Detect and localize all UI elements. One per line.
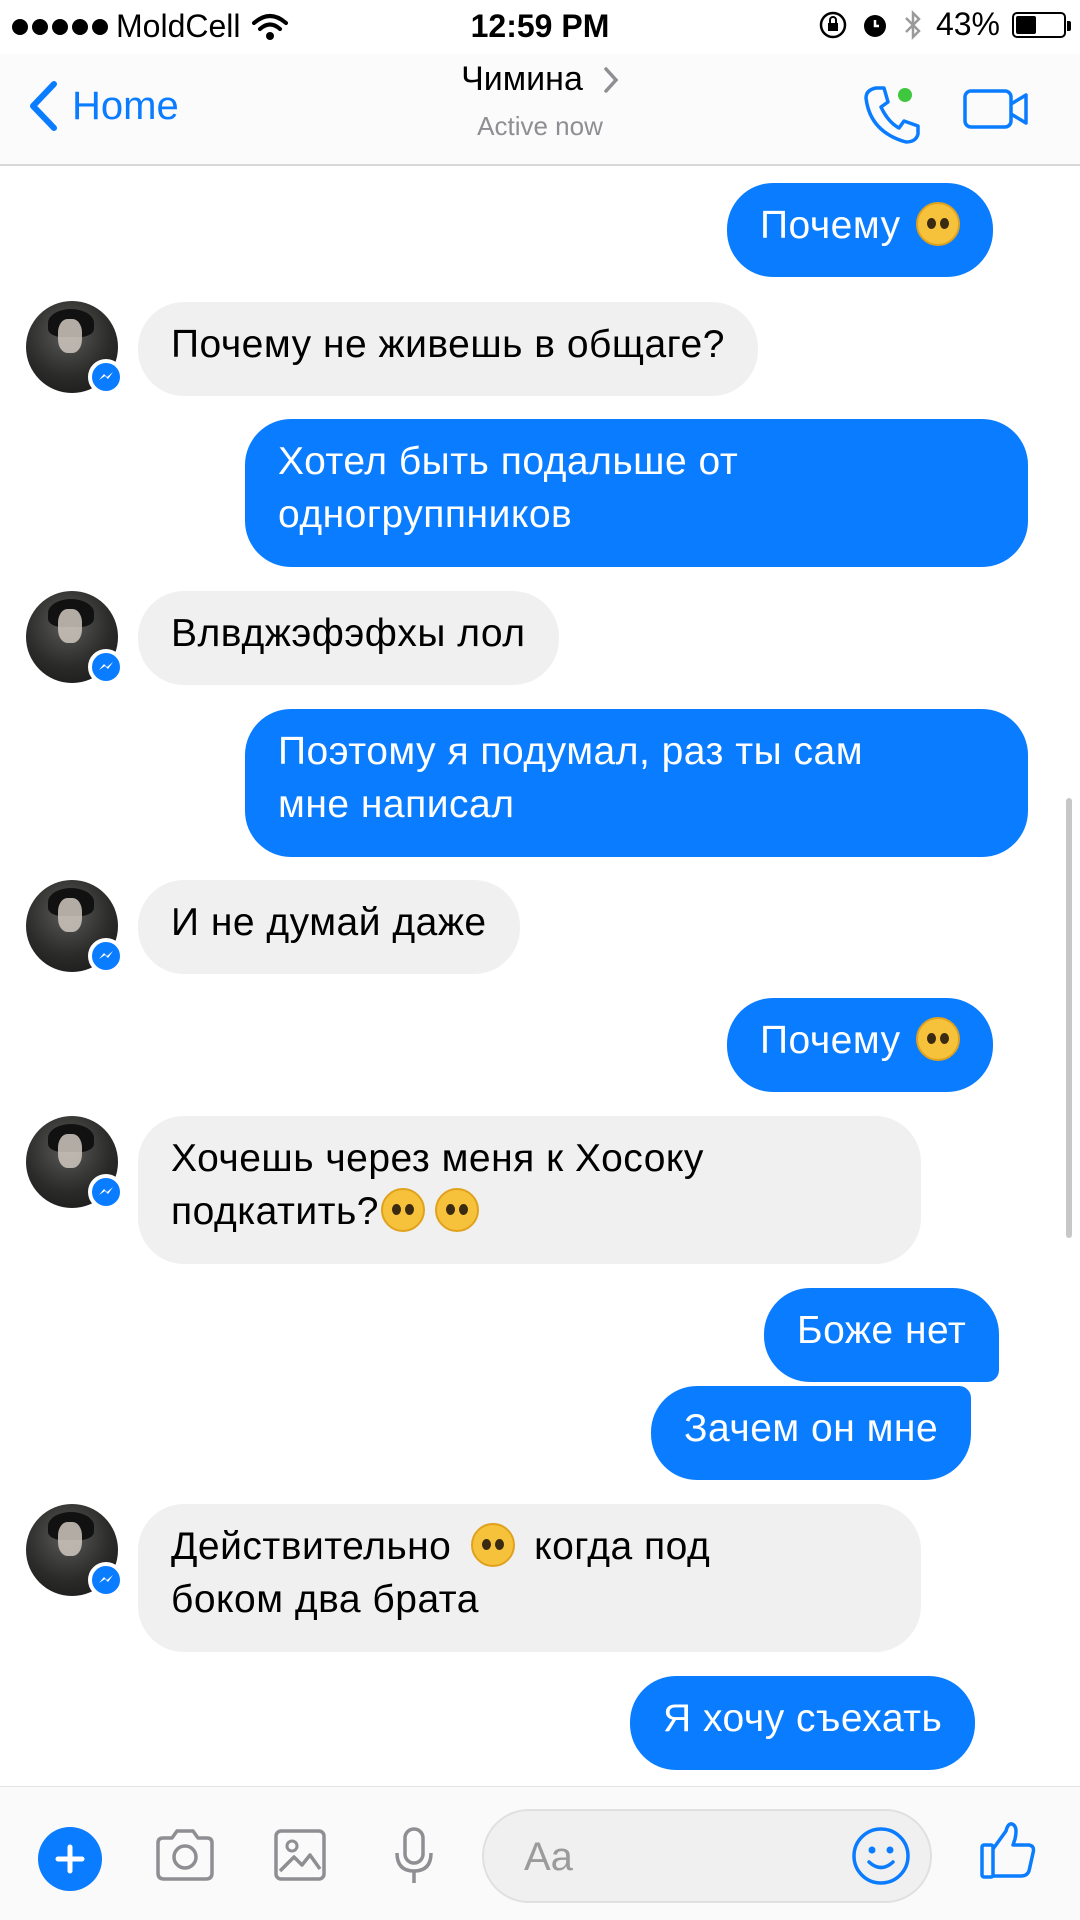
avatar[interactable] <box>26 880 124 974</box>
rotation-lock-icon <box>819 11 847 38</box>
image-icon[interactable] <box>272 1827 328 1883</box>
message-text: когда под <box>534 1525 711 1568</box>
bluetooth-icon <box>905 9 921 40</box>
message-text-line: мне написал <box>278 783 515 826</box>
phone-icon[interactable] <box>862 82 922 146</box>
message-list[interactable]: Почему Почему не живешь в общаге? Хотел … <box>0 166 1080 1786</box>
messenger-badge-icon <box>88 938 124 974</box>
camera-icon[interactable] <box>154 1827 216 1883</box>
message-text: Действительно <box>171 1525 452 1568</box>
battery-fill <box>1016 15 1036 34</box>
message-text: И не думай даже <box>171 901 487 944</box>
online-indicator <box>898 88 912 102</box>
message-input[interactable]: Aa <box>482 1809 932 1903</box>
status-bar: MoldCell 12:59 PM 43% <box>0 0 1080 54</box>
message-bubble-outgoing[interactable]: Хотел быть подальше от одногруппников <box>245 419 1028 567</box>
message-text-line: Действительно когда под <box>171 1520 888 1573</box>
plus-icon <box>55 1844 85 1874</box>
message-text-line: Хочешь через меня к Хосоку <box>171 1137 704 1180</box>
conversation-header: Home Чимина Active now <box>0 54 1080 166</box>
alarm-icon <box>863 14 886 37</box>
message-bubble-outgoing[interactable]: Зачем он мне <box>651 1386 972 1480</box>
message-text: Влвджэфэфхы лол <box>171 612 526 655</box>
message-bubble-outgoing[interactable]: Почему <box>727 998 993 1092</box>
avatar[interactable] <box>26 591 124 685</box>
message-bubble-incoming[interactable]: Действительно когда под боком два брата <box>138 1504 921 1652</box>
pleading-face-emoji <box>915 202 960 246</box>
status-indicators: 43% <box>818 6 1071 43</box>
battery-icon <box>1012 11 1071 38</box>
messenger-badge-icon <box>88 649 124 685</box>
message-text: Почему не живешь в общаге? <box>171 323 725 366</box>
message-bubble-incoming[interactable]: Влвджэфэфхы лол <box>138 591 559 685</box>
smiley-icon[interactable] <box>848 1823 914 1889</box>
avatar[interactable] <box>26 301 124 395</box>
contact-title: Чимина <box>461 60 619 99</box>
video-camera-icon[interactable] <box>962 88 1030 130</box>
scroll-indicator[interactable] <box>1066 798 1072 1238</box>
message-input-placeholder: Aa <box>524 1835 573 1879</box>
chevron-right-icon <box>604 66 619 93</box>
message-bubble-outgoing[interactable]: Я хочу съехать <box>630 1676 976 1770</box>
smirking-face-emoji <box>470 1523 515 1567</box>
message-bubble-incoming[interactable]: Хочешь через меня к Хосоку подкатить? <box>138 1116 921 1264</box>
thumbs-up-icon[interactable] <box>978 1819 1038 1881</box>
message-text: Боже нет <box>797 1309 967 1352</box>
message-text: Зачем он мне <box>684 1407 939 1450</box>
message-bubble-outgoing[interactable]: Поэтому я подумал, раз ты сам мне написа… <box>245 709 1028 857</box>
message-text-line: Поэтому я подумал, раз ты сам <box>278 730 864 773</box>
message-bubble-incoming[interactable]: И не думай даже <box>138 880 520 974</box>
messenger-badge-icon <box>88 359 124 395</box>
avatar[interactable] <box>26 1504 124 1598</box>
pleading-face-emoji <box>915 1017 960 1061</box>
message-text: подкатить? <box>171 1190 379 1233</box>
message-bubble-outgoing[interactable]: Боже нет <box>764 1288 1000 1382</box>
message-text: Я хочу съехать <box>663 1697 943 1740</box>
raised-eyebrow-face-emoji <box>434 1188 479 1232</box>
message-text: Почему <box>760 1019 901 1062</box>
microphone-icon[interactable] <box>390 1825 438 1889</box>
message-text-line: боком два брата <box>171 1578 479 1621</box>
messenger-badge-icon <box>88 1562 124 1598</box>
message-bubble-outgoing[interactable]: Почему <box>727 183 993 277</box>
messenger-badge-icon <box>88 1174 124 1210</box>
message-text-line: подкатить? <box>171 1185 888 1238</box>
composer-bar: Aa <box>0 1786 1080 1920</box>
raised-eyebrow-face-emoji <box>380 1188 425 1232</box>
battery-percent: 43% <box>935 6 1000 42</box>
avatar[interactable] <box>26 1116 124 1210</box>
message-bubble-incoming[interactable]: Почему не живешь в общаге? <box>138 302 758 396</box>
message-text: Почему <box>760 204 901 247</box>
plus-button[interactable] <box>38 1827 102 1891</box>
message-text-line: одногруппников <box>278 493 573 536</box>
message-text-line: Хотел быть подальше от <box>278 440 739 483</box>
contact-name: Чимина <box>461 60 583 98</box>
